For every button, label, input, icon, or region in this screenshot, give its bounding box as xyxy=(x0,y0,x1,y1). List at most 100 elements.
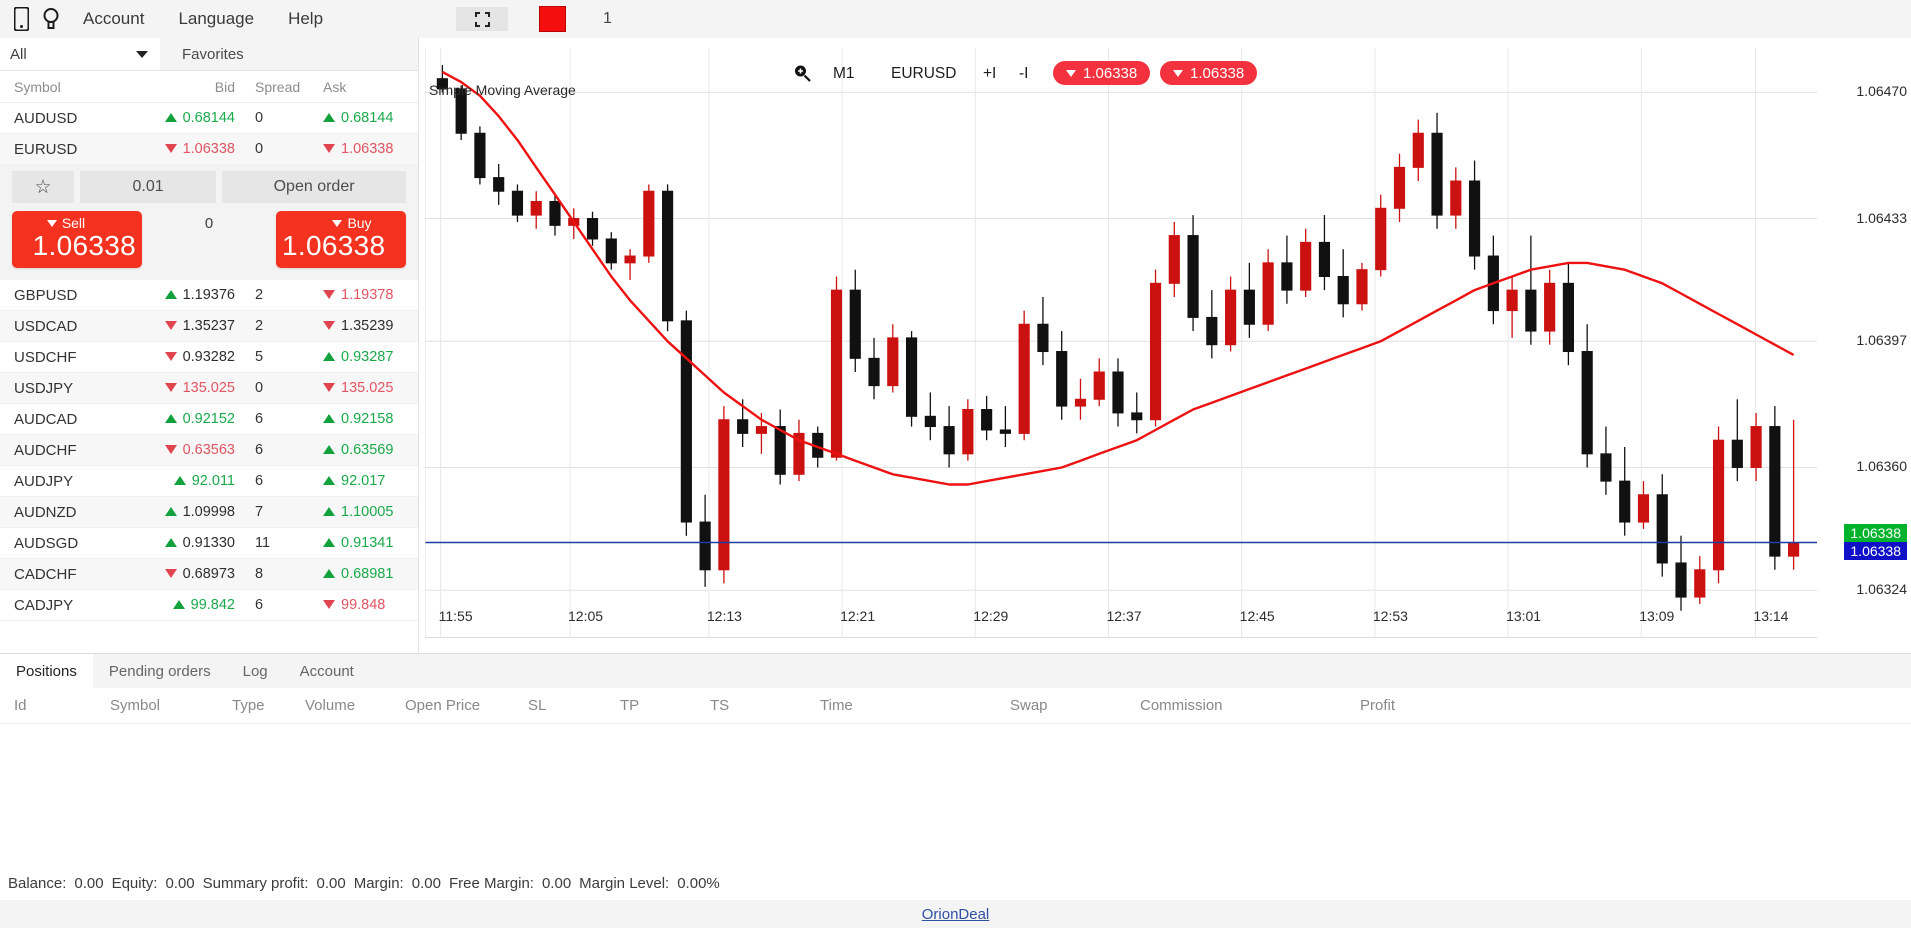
orders-col-ts: TS xyxy=(710,697,730,714)
watchlist-row-audnzd[interactable]: AUDNZD 1.09998 7 1.10005 xyxy=(0,497,418,528)
time-tick: 13:09 xyxy=(1639,608,1675,624)
orders-tab-positions[interactable]: Positions xyxy=(0,654,93,688)
menu-item-help[interactable]: Help xyxy=(271,0,340,38)
margin-level-value: 0.00% xyxy=(677,874,720,892)
row-ask: 1.19378 xyxy=(315,287,418,304)
orders-col-volume: Volume xyxy=(305,697,356,714)
price-chart[interactable]: Simple Moving Average M1 EURUSD +I -I 1.… xyxy=(425,48,1911,638)
chart-symbol[interactable]: EURUSD xyxy=(891,65,956,83)
bulb-icon[interactable] xyxy=(36,4,66,34)
chart-timeframe[interactable]: M1 xyxy=(833,65,855,83)
footer-bar: OrionDeal xyxy=(0,900,1911,928)
price-axis[interactable]: 1.06470 1.06433 1.06397 1.06360 1.06324 1.063… xyxy=(1806,48,1911,638)
brand-link[interactable]: OrionDeal xyxy=(922,906,990,923)
watchlist-row-eurusd[interactable]: EURUSD 1.06338 0 1.06338 xyxy=(0,134,418,165)
watchlist-row-cadjpy[interactable]: CADJPY 99.842 6 99.848 xyxy=(0,590,418,621)
arrow-up-icon xyxy=(164,290,177,300)
row-bid: 1.19376 xyxy=(135,287,235,304)
row-spread: 11 xyxy=(255,535,271,551)
arrow-down-icon xyxy=(323,383,335,393)
row-bid: 0.63563 xyxy=(135,442,235,459)
arrow-down-icon xyxy=(323,600,335,610)
watchlist-row-audjpy[interactable]: AUDJPY 92.011 6 92.017 xyxy=(0,466,418,497)
orders-column-headers: Id Symbol Type Volume Open Price SL TP TS Time Sw… xyxy=(0,688,1911,724)
star-icon[interactable]: ☆ xyxy=(12,171,74,203)
time-tick: 12:13 xyxy=(706,608,742,624)
volume-input[interactable]: 0.01 xyxy=(80,171,217,203)
orders-col-symbol: Symbol xyxy=(110,697,161,714)
watchlist-filter-row: All Favorites xyxy=(0,38,418,71)
arrow-down-icon xyxy=(164,445,177,455)
arrow-up-icon xyxy=(323,113,335,123)
row-ask: 1.06338 xyxy=(315,141,418,158)
row-spread: 2 xyxy=(255,287,264,303)
time-tick: 13:14 xyxy=(1753,608,1789,624)
triangle-down-icon xyxy=(1066,69,1076,77)
zoom-out-button[interactable]: -I xyxy=(1019,65,1028,83)
row-ask: 1.10005 xyxy=(315,504,418,521)
market-watch-panel: All Favorites Symbol Bid Spread Ask AUDU… xyxy=(0,38,419,653)
fullscreen-icon[interactable] xyxy=(456,7,508,31)
orders-tab-account[interactable]: Account xyxy=(284,654,370,688)
arrow-up-icon xyxy=(323,538,335,548)
watchlist-row-cadchf[interactable]: CADCHF 0.68973 8 0.68981 xyxy=(0,559,418,590)
watchlist-row-usdcad[interactable]: USDCAD 1.35237 2 1.35239 xyxy=(0,311,418,342)
open-order-button[interactable]: Open order xyxy=(222,171,406,203)
row-symbol: CADJPY xyxy=(14,596,74,614)
row-symbol: USDCAD xyxy=(14,317,78,335)
watchlist-row-audcad[interactable]: AUDCAD 0.92152 6 0.92158 xyxy=(0,404,418,435)
menu-item-account[interactable]: Account xyxy=(66,0,161,38)
row-symbol: USDCHF xyxy=(14,348,77,366)
orders-col-commission: Commission xyxy=(1140,697,1223,714)
watchlist-row-usdchf[interactable]: USDCHF 0.93282 5 0.93287 xyxy=(0,342,418,373)
watchlist-row-gbpusd[interactable]: GBPUSD 1.19376 2 1.19378 xyxy=(0,280,418,311)
watchlist-row-audchf[interactable]: AUDCHF 0.63563 6 0.63569 xyxy=(0,435,418,466)
chevron-down-icon xyxy=(136,50,148,58)
time-axis[interactable]: 11:55 12:05 12:13 12:21 12:29 12:37 12:45 12:53… xyxy=(425,608,1911,638)
free-margin-value: 0.00 xyxy=(541,874,572,892)
row-bid: 0.92152 xyxy=(135,411,235,428)
time-tick: 12:29 xyxy=(973,608,1009,624)
row-spread: 5 xyxy=(255,349,264,365)
row-symbol: AUDNZD xyxy=(14,503,77,521)
free-margin-label: Free Margin: xyxy=(448,874,534,892)
price-tick: 1.06360 xyxy=(1856,458,1907,475)
mobile-icon[interactable] xyxy=(6,4,36,34)
zoom-in-button[interactable]: +I xyxy=(983,65,996,83)
price-tick: 1.06433 xyxy=(1856,209,1907,226)
row-ask: 0.63569 xyxy=(315,442,418,459)
time-tick: 12:53 xyxy=(1372,608,1408,624)
row-spread: 0 xyxy=(255,141,264,157)
row-symbol: AUDJPY xyxy=(14,472,74,490)
row-bid: 92.011 xyxy=(135,473,235,490)
ask-price-badge[interactable]: 1.06338 xyxy=(1160,61,1258,85)
orders-tab-log[interactable]: Log xyxy=(227,654,284,688)
row-spread: 0 xyxy=(255,380,264,396)
margin-value: 0.00 xyxy=(411,874,441,892)
arrow-up-icon xyxy=(173,476,186,486)
row-spread: 6 xyxy=(255,411,264,427)
trading-terminal: ◉ WikiFX ◉ WikiFX ◉ WikiFX ◉ WikiFX ◉ Wi… xyxy=(0,0,1911,928)
row-ask: 0.91341 xyxy=(315,535,418,552)
bid-price-badge[interactable]: 1.06338 xyxy=(1053,61,1151,85)
row-spread: 7 xyxy=(255,504,264,520)
bid-price-tag: 1.06338 xyxy=(1844,541,1907,560)
watchlist-row-usdjpy[interactable]: USDJPY 135.025 0 135.025 xyxy=(0,373,418,404)
menu-item-language[interactable]: Language xyxy=(161,0,271,38)
row-symbol: GBPUSD xyxy=(14,286,78,304)
row-bid: 1.06338 xyxy=(135,141,235,158)
symbol-filter-select[interactable]: All xyxy=(0,38,160,71)
row-symbol: USDJPY xyxy=(14,379,74,397)
tab-favorites[interactable]: Favorites xyxy=(160,38,418,71)
orders-tab-pending-orders[interactable]: Pending orders xyxy=(93,654,227,688)
watchlist-row-audusd[interactable]: AUDUSD 0.68144 0 0.68144 xyxy=(0,103,418,134)
sell-price: 1.06338 xyxy=(32,230,136,261)
zoom-in-icon[interactable] xyxy=(793,64,811,87)
chart-color-swatch[interactable] xyxy=(539,6,566,32)
row-bid: 1.09998 xyxy=(135,504,235,521)
arrow-up-icon xyxy=(172,600,185,610)
arrow-up-icon xyxy=(164,113,177,123)
row-ask: 92.017 xyxy=(315,473,418,490)
watchlist-row-audsgd[interactable]: AUDSGD 0.91330 11 0.91341 xyxy=(0,528,418,559)
row-bid: 135.025 xyxy=(135,380,235,397)
